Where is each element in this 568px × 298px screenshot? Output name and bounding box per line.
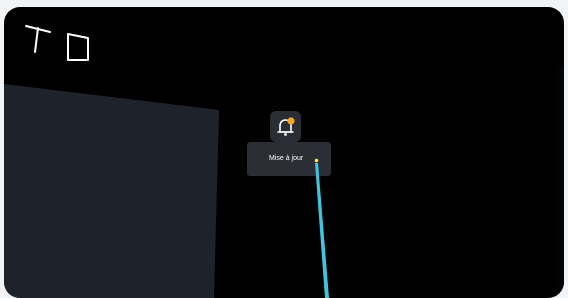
corner-text-label: T O <box>25 25 89 61</box>
update-tooltip[interactable]: Mise à jour <box>247 142 331 176</box>
notification-button[interactable] <box>270 111 301 142</box>
edge-shadow <box>554 67 564 287</box>
vr-viewport: T O Mise à jour <box>4 7 564 298</box>
tooltip-label: Mise à jour <box>269 155 304 162</box>
bell-icon <box>277 117 295 136</box>
notification-badge <box>287 117 295 125</box>
